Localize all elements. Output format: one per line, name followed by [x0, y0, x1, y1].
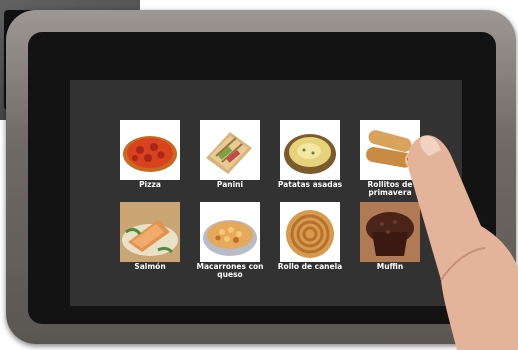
- food-menu-grid: Pizza Panini Patatas asadas Rollitos de …: [110, 120, 430, 280]
- menu-item-label: Pizza: [139, 180, 161, 189]
- menu-item-label: Patatas asadas: [277, 180, 343, 189]
- baked-potato-icon: [280, 120, 340, 180]
- touch-screen: Pizza Panini Patatas asadas Rollitos de …: [70, 80, 462, 306]
- panini-icon: [200, 120, 260, 180]
- menu-item-label: Macarrones con queso: [196, 262, 264, 279]
- menu-item-label: Rollitos de primavera: [367, 180, 413, 197]
- menu-item-rollo-de-canela[interactable]: Rollo de canela: [270, 202, 350, 280]
- tablet-bezel: Pizza Panini Patatas asadas Rollitos de …: [28, 32, 496, 324]
- menu-item-muffin[interactable]: Muffin: [350, 202, 430, 280]
- menu-item-label: Panini: [216, 180, 244, 189]
- salmon-icon: [120, 202, 180, 262]
- tablet-frame: Pizza Panini Patatas asadas Rollitos de …: [6, 10, 516, 344]
- spring-roll-icon: [360, 120, 420, 180]
- mac-and-cheese-icon: [200, 202, 260, 262]
- menu-item-label: Rollo de canela: [277, 262, 343, 271]
- menu-item-salmon[interactable]: Salmón: [110, 202, 190, 280]
- cinnamon-roll-icon: [280, 202, 340, 262]
- menu-item-pizza[interactable]: Pizza: [110, 120, 190, 198]
- menu-item-macarrones-con-queso[interactable]: Macarrones con queso: [190, 202, 270, 280]
- muffin-icon: [360, 202, 420, 262]
- menu-item-label: Salmón: [134, 262, 166, 271]
- menu-item-panini[interactable]: Panini: [190, 120, 270, 198]
- menu-item-rollitos-de-primavera[interactable]: Rollitos de primavera: [350, 120, 430, 198]
- menu-item-patatas-asadas[interactable]: Patatas asadas: [270, 120, 350, 198]
- pizza-icon: [120, 120, 180, 180]
- menu-item-label: Muffin: [376, 262, 404, 271]
